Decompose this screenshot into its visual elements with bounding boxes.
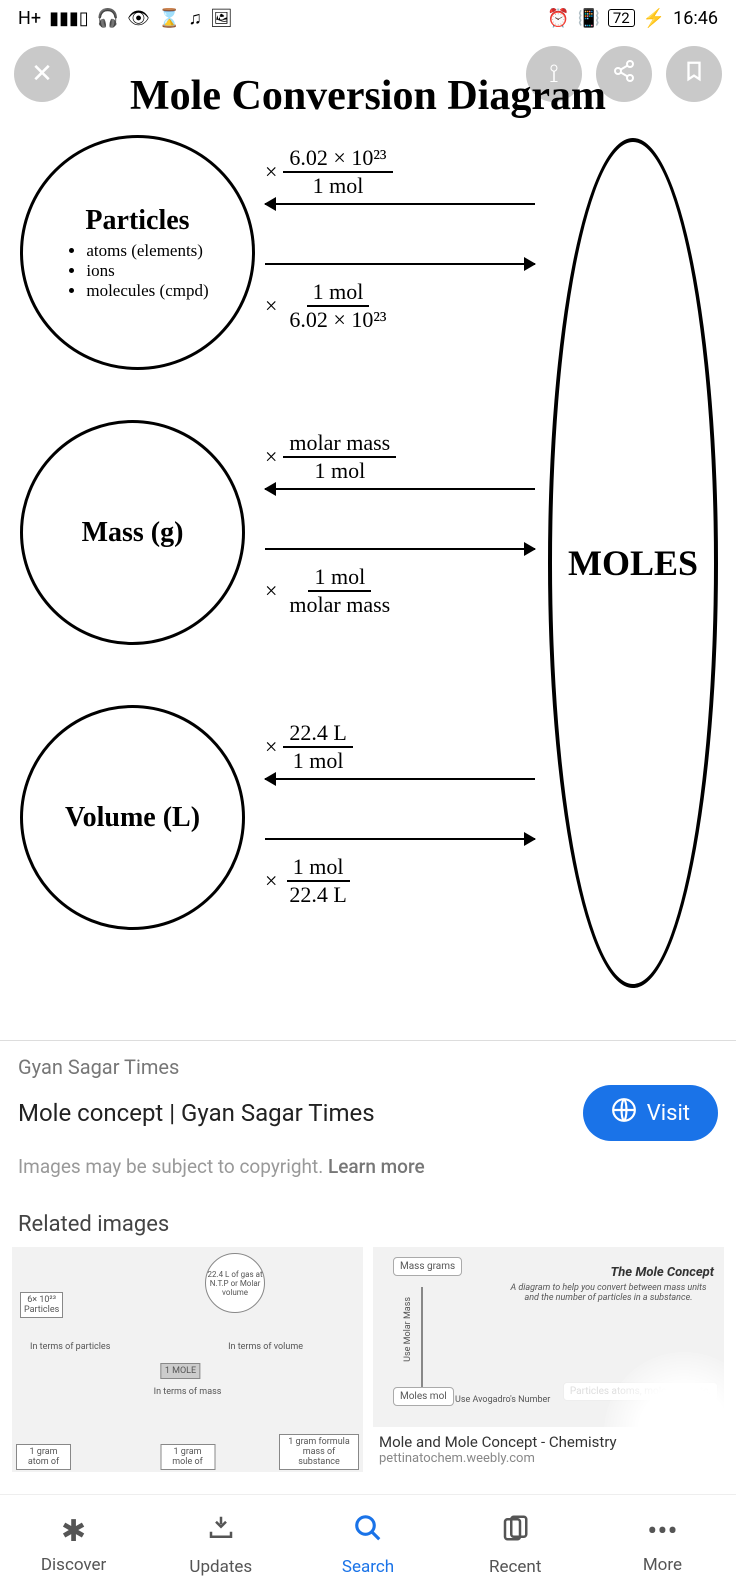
particles-circle: Particles atoms (elements) ions molecule… [20, 135, 255, 370]
vibrate-icon: 📳 [577, 8, 599, 29]
signal-icon: ▮▮▮▯ [49, 8, 89, 29]
related-thumb[interactable]: 22.4 L of gas at N.T.P or Molar volume 6… [12, 1247, 363, 1472]
related-thumb[interactable]: Mass grams The Mole Concept A diagram to… [373, 1247, 724, 1472]
page-title[interactable]: Mole concept | Gyan Sagar Times [18, 1099, 375, 1127]
source-site[interactable]: Gyan Sagar Times [18, 1055, 718, 1079]
arrow-right [265, 548, 535, 550]
particle-item: molecules (cmpd) [86, 281, 208, 301]
thumb-particles-box: 6× 10²³ Particles [20, 1292, 63, 1318]
nav-label: Discover [41, 1555, 106, 1575]
conv-factor: × 6.02 × 10²³1 mol [265, 145, 393, 199]
headphone-icon: 🎧 [97, 8, 119, 29]
particle-item: ions [86, 261, 208, 281]
visit-label: Visit [647, 1101, 690, 1126]
thumb-gram-box: 1 gram atom of [16, 1444, 71, 1470]
charging-icon: ⚡ [643, 8, 665, 29]
particles-title: Particles [85, 205, 189, 237]
image-info: Gyan Sagar Times Mole concept | Gyan Sag… [0, 1041, 736, 1192]
copyright-notice: Images may be subject to copyright. Lear… [18, 1155, 718, 1178]
arrow-left [265, 203, 535, 205]
conv-factor: × molar mass1 mol [265, 430, 396, 484]
clock: 16:46 [673, 8, 718, 29]
nav-recent[interactable]: Recent [442, 1495, 589, 1594]
moles-oval: MOLES [548, 138, 718, 988]
arrow-right [265, 838, 535, 840]
diagram-title: Mole Conversion Diagram [10, 72, 726, 120]
thumb-molar-label: Use Molar Mass [403, 1297, 413, 1362]
nav-label: Search [342, 1557, 394, 1577]
particle-item: atoms (elements) [86, 241, 208, 261]
thumb-mole-box: 1 MOLE [161, 1363, 200, 1379]
thumb-label: In terms of mass [154, 1387, 222, 1397]
network-icon: H+ [18, 8, 41, 29]
nav-search[interactable]: Search [294, 1495, 441, 1594]
related-header: Related images [0, 1192, 736, 1247]
arrow-left [265, 488, 535, 490]
thumb-line [421, 1287, 423, 1387]
volume-title: Volume (L) [65, 802, 200, 834]
globe-icon [611, 1097, 637, 1129]
alarm-icon: ⏰ [547, 8, 569, 29]
thumb-gram-box: 1 gram formula mass of substance [279, 1434, 359, 1470]
mass-title: Mass (g) [82, 517, 184, 549]
conv-factor: × 1 mol6.02 × 10²³ [265, 279, 393, 333]
nav-more[interactable]: ••• More [589, 1495, 736, 1594]
thumb-caption: Mole and Mole Concept - Chemistry pettin… [373, 1427, 724, 1472]
thumb-avogadro-label: Use Avogadro's Number [455, 1395, 550, 1405]
thumb-moles-box: Moles mol [393, 1387, 454, 1406]
thumb-subtitle: A diagram to help you convert between ma… [503, 1283, 714, 1303]
conv-factor: × 1 mol22.4 L [265, 854, 353, 908]
main-image[interactable]: Mole Conversion Diagram MOLES Particles … [0, 72, 736, 1010]
nav-label: Updates [189, 1557, 252, 1577]
recent-icon [500, 1513, 530, 1551]
volume-circle: Volume (L) [20, 705, 245, 930]
thumb-gram-box: 1 gram mole of [160, 1444, 215, 1470]
thumb-mass-box: Mass grams [393, 1257, 462, 1276]
thumb-title: The Mole Concept [610, 1265, 714, 1280]
thumb-label: In terms of volume [228, 1342, 303, 1352]
thumb-label: In terms of particles [30, 1342, 110, 1352]
battery-level: 72 [608, 9, 635, 27]
conv-factor: × 22.4 L1 mol [265, 720, 353, 774]
related-images: 22.4 L of gas at N.T.P or Molar volume 6… [0, 1247, 736, 1472]
nav-label: Recent [489, 1557, 541, 1577]
arrow-left [265, 778, 535, 780]
search-icon [353, 1513, 383, 1551]
thumb-flask: 22.4 L of gas at N.T.P or Molar volume [205, 1253, 265, 1313]
more-icon: ••• [647, 1514, 677, 1549]
nav-label: More [643, 1555, 682, 1575]
discover-icon: ✱ [61, 1514, 86, 1549]
image-icon: 🖼 [210, 8, 233, 29]
updates-icon [206, 1513, 236, 1551]
conv-factor: × 1 molmolar mass [265, 564, 396, 618]
visit-button[interactable]: Visit [583, 1085, 718, 1141]
learn-more-link[interactable]: Learn more [328, 1155, 425, 1178]
status-bar: H+ ▮▮▮▯ 🎧 👁 ⌛ ♫ 🖼 ⏰ 📳 72 ⚡ 16:46 [0, 0, 736, 36]
eye-icon: 👁 [127, 8, 150, 29]
nav-updates[interactable]: Updates [147, 1495, 294, 1594]
hourglass-icon: ⌛ [158, 8, 180, 29]
music-icon: ♫ [188, 8, 202, 29]
nav-discover[interactable]: ✱ Discover [0, 1495, 147, 1594]
bottom-nav: ✱ Discover Updates Search Recent ••• Mor… [0, 1494, 736, 1594]
mass-circle: Mass (g) [20, 420, 245, 645]
arrow-right [265, 263, 535, 265]
